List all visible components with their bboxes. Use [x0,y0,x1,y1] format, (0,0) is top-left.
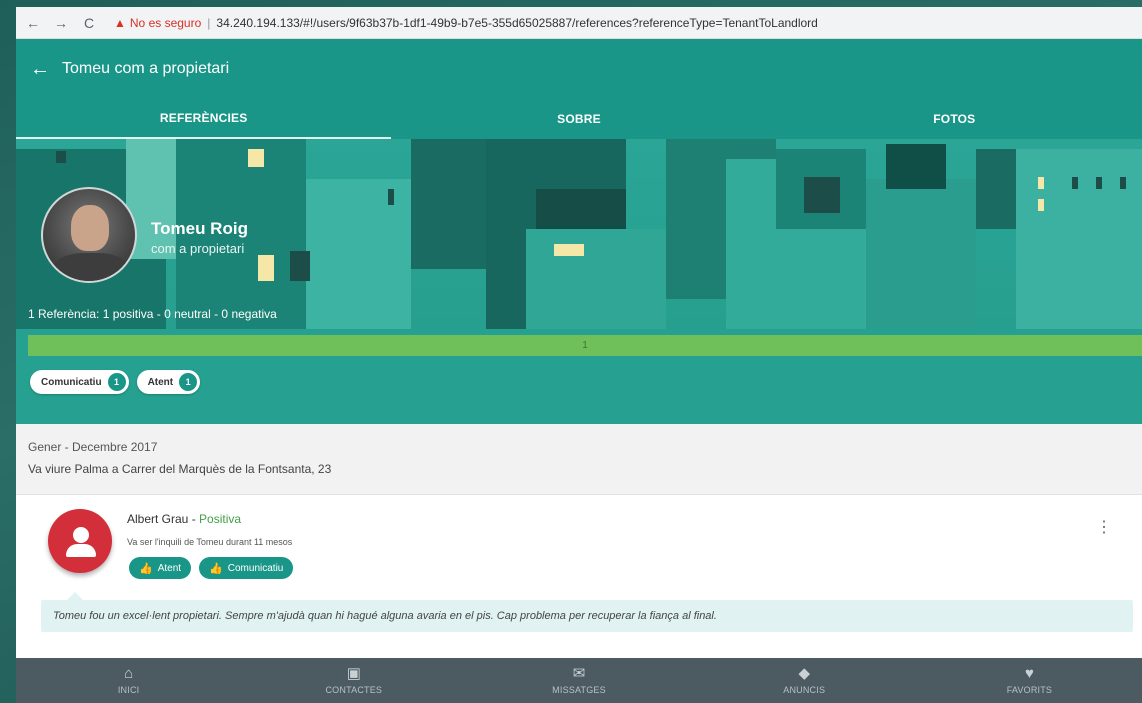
chip-label: Atent [147,376,174,388]
trait-chips: Comunicatiu 1 Atent 1 [30,370,201,394]
tag-label: Comunicatiu [227,562,284,574]
tag-icon: ◆ [798,665,810,682]
avatar-body [66,544,96,557]
reference-verdict: Positiva [199,512,242,526]
rental-period: Gener - Decembre 2017 Va viure Palma a C… [16,424,1142,495]
reference-subtitle: Va ser l'inquili de Tomeu durant 11 meso… [127,537,293,547]
window-illustration [536,189,626,225]
chip-count: 1 [107,373,126,391]
window-illustration [1072,177,1078,189]
window-illustration [258,255,274,281]
page-title: Tomeu com a propietari [62,60,230,77]
thumbs-up-icon: 👍 [209,562,223,575]
browser-window: ← → C ▲ No es seguro | 34.240.194.133/#!… [16,7,1142,703]
tab-photos[interactable]: FOTOS [767,99,1142,139]
nav-item-contactes[interactable]: ▣ CONTACTES [241,658,466,703]
period-address: Va viure Palma a Carrer del Marquès de l… [28,462,332,476]
window-illustration [804,177,840,213]
nav-label: ANUNCIS [783,685,826,695]
window-illustration [290,251,310,281]
back-arrow-icon[interactable]: ← [22,15,44,31]
nav-item-anuncis[interactable]: ◆ ANUNCIS [692,658,917,703]
chip-count: 1 [179,373,198,391]
user-avatar-icon[interactable] [48,509,112,573]
building-illustration [886,144,946,189]
home-icon: ⌂ [124,665,134,682]
nav-label: FAVORITS [1006,685,1053,695]
chip-label: Comunicatiu [41,376,102,388]
window-illustration [1120,177,1126,189]
window-illustration [1038,177,1044,189]
reference-author-line: Albert Grau - Positiva [127,512,241,526]
app-header: ← Tomeu com a propietari [16,39,1142,99]
mail-icon: ✉ [572,665,586,682]
nav-label: MISSATGES [552,685,606,695]
more-options-icon[interactable]: ⋮ [1096,517,1112,537]
bottom-nav: ⌂ INICI ▣ CONTACTES ✉ MISSATGES ◆ ANUNCI… [16,658,1142,703]
avatar-face [71,205,109,251]
reference-card: Albert Grau - Positiva Va ser l'inquili … [16,495,1142,657]
thumbs-up-icon: 👍 [139,562,153,575]
nav-label: CONTACTES [325,685,383,695]
reference-comment: Tomeu fou un excel·lent propietari. Semp… [41,592,1133,632]
window-illustration [388,189,394,205]
nav-item-inici[interactable]: ⌂ INICI [16,658,241,703]
profile-role: com a propietari [151,241,245,256]
avatar-shirt [53,253,129,281]
address-separator: | [207,15,211,30]
back-arrow-icon[interactable]: ← [30,58,50,81]
tag-label: Atent [157,562,182,574]
nav-item-favorits[interactable]: ♥ FAVORITS [917,658,1142,703]
reference-author[interactable]: Albert Grau [127,512,188,526]
window-illustration [1096,177,1102,189]
positive-count-label: 1 [582,340,588,351]
window-illustration [554,244,584,256]
forward-arrow-icon[interactable]: → [50,15,72,31]
avatar-head [73,527,89,543]
contacts-icon: ▣ [346,665,361,682]
tab-about[interactable]: SOBRE [391,99,766,139]
url-field[interactable]: 34.240.194.133/#!/users/9f63b37b-1df1-49… [216,16,817,30]
tag-atent[interactable]: 👍 Atent [129,557,192,579]
positive-ratio-bar: 1 [28,335,1142,356]
address-bar: ← → C ▲ No es seguro | 34.240.194.133/#!… [16,7,1142,39]
nav-label: INICI [117,685,140,695]
reload-icon[interactable]: C [78,15,100,31]
nav-item-missatges[interactable]: ✉ MISSATGES [466,658,691,703]
profile-hero: Tomeu Roig com a propietari 1 Referència… [16,139,1142,424]
profile-name: Tomeu Roig [151,219,248,238]
building-illustration [411,139,486,269]
author-separator: - [188,512,200,526]
period-dates: Gener - Decembre 2017 [28,440,158,454]
tab-references[interactable]: REFERÈNCIES [16,99,392,139]
building-illustration [306,179,411,349]
chip-atent[interactable]: Atent 1 [136,370,201,394]
window-illustration [56,151,66,163]
reference-stats: 1 Referència: 1 positiva - 0 neutral - 0… [28,307,277,321]
tag-comunicatiu[interactable]: 👍 Comunicatiu [199,557,294,579]
profile-avatar [41,187,137,283]
chip-comunicatiu[interactable]: Comunicatiu 1 [30,370,129,394]
window-illustration [248,149,264,167]
reference-tags: 👍 Atent 👍 Comunicatiu [129,557,294,579]
insecure-label: No es seguro [129,15,202,30]
warning-icon: ▲ [114,15,126,30]
building-illustration [866,179,976,349]
window-illustration [1038,199,1044,211]
tab-bar: REFERÈNCIES SOBRE FOTOS [16,99,1142,139]
heart-icon: ♥ [1024,665,1034,682]
